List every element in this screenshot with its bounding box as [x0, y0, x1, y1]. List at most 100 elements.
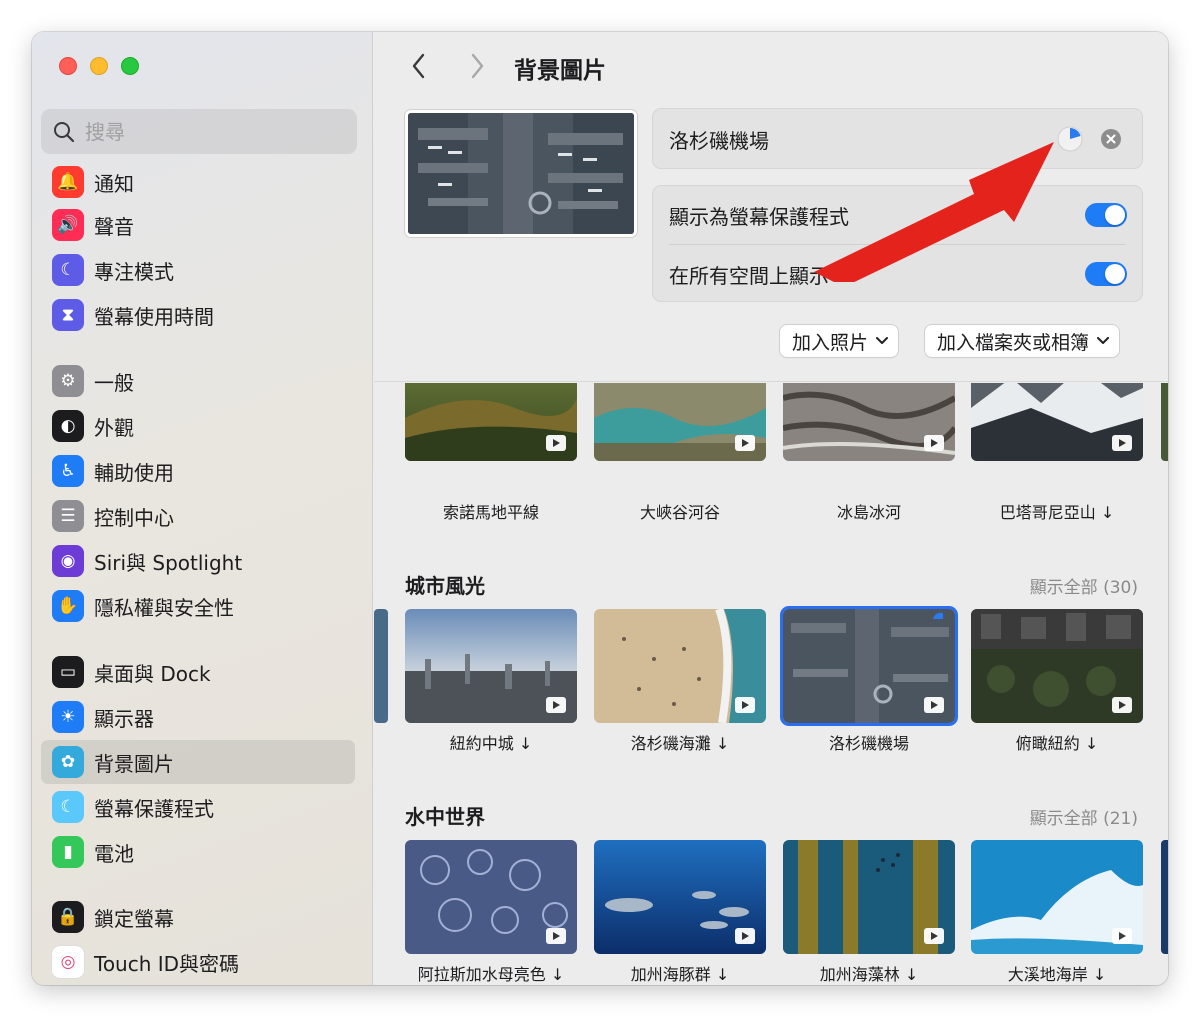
thumb-nyc-aerial[interactable]: [971, 609, 1143, 723]
bell-icon: 🔔: [52, 166, 84, 198]
video-icon: [735, 928, 755, 944]
thumb-label: 俯瞰紐約 ↓: [1015, 734, 1099, 753]
add-folder-button[interactable]: 加入檔案夾或相簿: [925, 325, 1120, 357]
thumb-grand-canyon[interactable]: [594, 383, 766, 461]
moon-icon: ☾: [52, 254, 84, 286]
sidebar-item[interactable]: ▭ 桌面與 Dock: [41, 650, 355, 694]
sidebar-item[interactable]: ◎ Touch ID與密碼: [41, 940, 355, 984]
sidebar-item-label: 外觀: [94, 415, 134, 440]
sidebar-item[interactable]: ◉ Siri與 Spotlight: [41, 539, 355, 583]
search-input[interactable]: [85, 119, 325, 144]
thumb-label: 加州海豚群 ↓: [630, 965, 730, 984]
minimize-window-button[interactable]: [90, 57, 108, 75]
sidebar-item[interactable]: ☾ 專注模式: [41, 248, 355, 292]
sidebar-item[interactable]: ▮ 電池: [41, 830, 355, 874]
sidebar-item-label: 顯示器: [94, 706, 154, 731]
battery-icon: ▮: [52, 836, 84, 868]
sidebar: 🔔 通知 🔊 聲音 ☾ 專注模式 ⧗ 螢幕使用時間 ⚙ 一般 ◐ 外觀 ♿ 輔助使用 ☰ 控制中心 ◉ Siri與…: [32, 32, 373, 985]
show-all-spaces-toggle[interactable]: [1085, 262, 1127, 286]
video-icon: [1112, 928, 1132, 944]
annotation-arrow-icon: [814, 142, 1054, 282]
sidebar-item-label: 鎖定螢幕: [94, 906, 174, 931]
forward-button[interactable]: [462, 50, 492, 82]
gear-icon: ⚙: [52, 365, 84, 397]
sidebar-item-label: 輔助使用: [94, 460, 174, 485]
video-icon: [546, 697, 566, 713]
thumb-california-dolphins[interactable]: [594, 840, 766, 954]
sidebar-item[interactable]: ☾ 螢幕保護程式: [41, 785, 355, 829]
hourglass-icon: ⧗: [52, 299, 84, 331]
video-icon: [735, 697, 755, 713]
video-icon: [735, 435, 755, 451]
sidebar-item-label: 桌面與 Dock: [94, 661, 211, 686]
thumb-tahiti-coast[interactable]: [971, 840, 1143, 954]
video-icon: [924, 435, 944, 451]
video-icon: [1112, 435, 1132, 451]
sidebar-item[interactable]: ✿ 背景圖片: [41, 740, 355, 784]
thumb-california-kelp[interactable]: [783, 840, 955, 954]
show-as-screensaver-toggle[interactable]: [1085, 203, 1127, 227]
thumb-la-airport[interactable]: [783, 609, 955, 723]
sidebar-item[interactable]: 🔒 鎖定螢幕: [41, 895, 355, 939]
thumb-label: 紐約中城 ↓: [449, 734, 533, 753]
zoom-window-button[interactable]: [121, 57, 139, 75]
wallpaper-name: 洛杉磯機場: [669, 128, 769, 153]
add-photo-button[interactable]: 加入照片: [780, 325, 899, 357]
sidebar-item[interactable]: 🔔 通知: [41, 160, 355, 204]
video-icon: [924, 928, 944, 944]
thumb-patagonia[interactable]: [971, 383, 1143, 461]
sidebar-item[interactable]: ◐ 外觀: [41, 404, 355, 448]
sidebar-item-label: 專注模式: [94, 259, 174, 284]
video-icon: [546, 928, 566, 944]
thumb-midtown-nyc[interactable]: [405, 609, 577, 723]
thumb-alaska-jellyfish[interactable]: [405, 840, 577, 954]
thumb-iceland-glacier[interactable]: [783, 383, 955, 461]
page-title: 背景圖片: [514, 58, 606, 84]
video-icon: [924, 697, 944, 713]
appearance-icon: ◐: [52, 410, 84, 442]
sidebar-item-label: 背景圖片: [94, 751, 174, 776]
sidebar-item[interactable]: ☀ 顯示器: [41, 695, 355, 739]
sun-icon: ☀: [52, 701, 84, 733]
sidebar-item[interactable]: ♿ 輔助使用: [41, 449, 355, 493]
show-all-city-link[interactable]: 顯示全部 (30): [1030, 573, 1138, 598]
sidebar-item[interactable]: ✋ 隱私權與安全性: [41, 584, 355, 628]
back-button[interactable]: [404, 50, 434, 82]
main-pane: 背景圖片 洛杉磯機場 顯示為螢幕保護程式 在所有空間上顯示 加入照片 加入檔案夾…: [374, 32, 1168, 985]
thumb-label: 冰島冰河: [836, 503, 901, 522]
sidebar-item[interactable]: ⧗ 螢幕使用時間: [41, 293, 355, 337]
thumb-la-beach[interactable]: [594, 609, 766, 723]
thumb-label: 阿拉斯加水母亮色 ↓: [417, 965, 565, 984]
show-all-underwater-link[interactable]: 顯示全部 (21): [1030, 804, 1138, 829]
chevron-down-icon: [1097, 337, 1110, 344]
add-photo-label: 加入照片: [792, 331, 869, 354]
sidebar-item-label: 控制中心: [94, 505, 174, 530]
thumb-partial: [1161, 383, 1168, 461]
chevron-right-icon: [471, 53, 484, 79]
fingerprint-icon: ◎: [52, 946, 84, 978]
clear-icon[interactable]: [1101, 129, 1121, 149]
sidebar-item[interactable]: ⚙ 一般: [41, 359, 355, 403]
sidebar-item-label: Touch ID與密碼: [94, 951, 240, 976]
video-icon: [1112, 697, 1132, 713]
thumb-label: 洛杉磯機場: [828, 734, 909, 753]
search-field[interactable]: [41, 109, 357, 154]
thumb-label: 巴塔哥尼亞山 ↓: [999, 503, 1115, 522]
current-wallpaper-preview: [405, 110, 637, 237]
video-icon: [546, 435, 566, 451]
close-window-button[interactable]: [59, 57, 77, 75]
thumb-sonoma-horizon[interactable]: [405, 383, 577, 461]
sidebar-item[interactable]: ☰ 控制中心: [41, 494, 355, 538]
lock-icon: 🔒: [52, 901, 84, 933]
siri-icon: ◉: [52, 545, 84, 577]
sidebar-item-label: Siri與 Spotlight: [94, 550, 243, 575]
add-folder-label: 加入檔案夾或相簿: [937, 331, 1090, 354]
thumb-label: 加州海藻林 ↓: [819, 965, 919, 984]
speaker-icon: 🔊: [52, 209, 84, 241]
control-center-icon: ☰: [52, 500, 84, 532]
thumb-partial: [374, 609, 388, 723]
settings-window: 🔔 通知 🔊 聲音 ☾ 專注模式 ⧗ 螢幕使用時間 ⚙ 一般 ◐ 外觀 ♿ 輔助使用 ☰ 控制中心 ◉ Siri與…: [32, 32, 1168, 985]
sidebar-item[interactable]: 🔊 聲音: [41, 203, 355, 247]
hand-icon: ✋: [52, 590, 84, 622]
thumb-label: 索諾馬地平線: [442, 503, 539, 522]
